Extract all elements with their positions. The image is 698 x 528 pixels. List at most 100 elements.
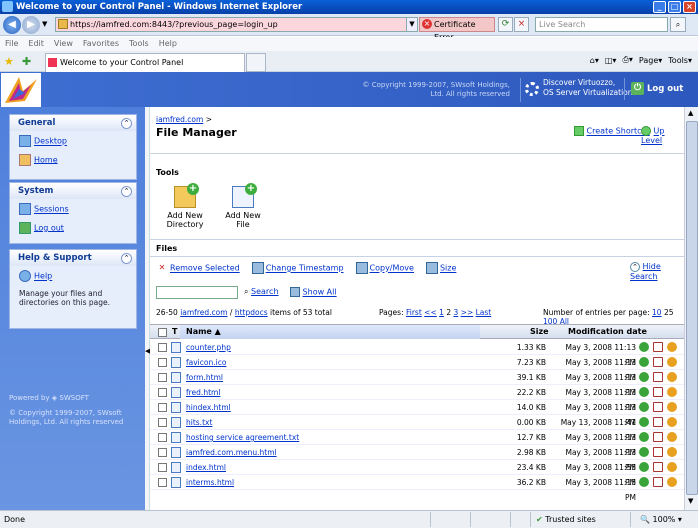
show-all-button[interactable]: Show All — [290, 287, 337, 297]
menu-help[interactable]: Help — [159, 37, 177, 51]
table-row[interactable]: favicon.ico 7.23 KB May 3, 2008 11:13 PM — [150, 355, 684, 382]
print-icon[interactable]: ⎙▾ — [622, 55, 632, 65]
back-button[interactable]: ◀ — [3, 16, 21, 34]
col-type[interactable]: T — [172, 325, 177, 339]
table-row[interactable]: iamfred.com.menu.html 2.98 KB May 3, 2008 … — [150, 445, 684, 472]
remove-selected-button[interactable]: ✕ Remove Selected — [156, 262, 240, 274]
logout-button[interactable]: ⏻ Log out — [624, 78, 692, 100]
sidebar-item-desktop[interactable]: Desktop — [10, 131, 136, 150]
copy-move-button[interactable]: Copy/Move — [355, 262, 414, 274]
col-date[interactable]: Modification date — [568, 325, 647, 339]
new-tab-button[interactable] — [246, 53, 266, 72]
view-icon[interactable] — [653, 357, 663, 367]
file-name-link[interactable]: form.html — [186, 370, 223, 385]
search-input[interactable]: Live Search — [535, 17, 668, 32]
row-checkbox[interactable] — [158, 403, 167, 412]
row-checkbox[interactable] — [158, 358, 167, 367]
col-size[interactable]: Size — [530, 325, 549, 339]
collapse-icon[interactable]: ⌃ — [121, 118, 132, 129]
row-checkbox[interactable] — [158, 433, 167, 442]
view-icon[interactable] — [653, 387, 663, 397]
collapse-icon[interactable]: ⌃ — [121, 186, 132, 197]
permissions-icon[interactable] — [667, 357, 677, 367]
permissions-icon[interactable] — [667, 342, 677, 352]
file-name-link[interactable]: hosting service agreement.txt — [186, 430, 299, 445]
edit-icon[interactable] — [639, 447, 649, 457]
edit-icon[interactable] — [639, 477, 649, 487]
minimize-button[interactable]: _ — [653, 1, 666, 13]
edit-icon[interactable] — [639, 357, 649, 367]
size-button[interactable]: Size — [425, 262, 456, 274]
sidebar-item-logout[interactable]: Log out — [10, 218, 136, 237]
stop-button[interactable]: × — [514, 17, 529, 32]
virtuozzo-link[interactable]: Discover Virtuozzo, OS Server Virtualiza… — [520, 78, 633, 102]
menu-edit[interactable]: Edit — [28, 37, 44, 51]
view-icon[interactable] — [653, 417, 663, 427]
edit-icon[interactable] — [639, 462, 649, 472]
table-row[interactable]: hosting service agreement.txt 12.7 KB May … — [150, 430, 684, 457]
col-name[interactable]: Name ▲ — [180, 325, 480, 339]
table-row[interactable]: interms.html 36.2 KB May 3, 2008 11:15 PM — [150, 475, 684, 502]
sidebar-item-home[interactable]: Home — [10, 150, 136, 169]
close-button[interactable]: × — [683, 1, 696, 13]
permissions-icon[interactable] — [667, 462, 677, 472]
row-checkbox[interactable] — [158, 373, 167, 382]
collapse-icon[interactable]: ⌃ — [121, 253, 132, 264]
table-row[interactable]: fred.html 22.2 KB May 3, 2008 11:13 PM — [150, 385, 684, 412]
hide-search-button[interactable]: ⌃ Hide Search — [630, 262, 684, 281]
search-button[interactable]: ⌕ Search — [244, 287, 279, 297]
file-name-link[interactable]: interms.html — [186, 475, 234, 490]
file-name-link[interactable]: fred.html — [186, 385, 220, 400]
permissions-icon[interactable] — [667, 432, 677, 442]
url-dropdown-icon[interactable]: ▼ — [406, 18, 417, 31]
sidebar-item-help[interactable]: Help — [10, 266, 136, 285]
add-directory-button[interactable]: + Add New Directory — [160, 183, 210, 229]
row-checkbox[interactable] — [158, 388, 167, 397]
add-favorite-icon[interactable]: ✚ — [22, 55, 31, 68]
row-checkbox[interactable] — [158, 343, 167, 352]
page-menu[interactable]: Page▾ — [639, 56, 662, 65]
select-all-checkbox[interactable] — [158, 328, 167, 337]
tab-control-panel[interactable]: Welcome to your Control Panel — [45, 53, 245, 72]
permissions-icon[interactable] — [667, 387, 677, 397]
menu-view[interactable]: View — [54, 37, 73, 51]
refresh-button[interactable]: ⟳ — [498, 17, 513, 32]
maximize-button[interactable]: □ — [668, 1, 681, 13]
certificate-error-button[interactable]: × Certificate Error — [419, 17, 495, 42]
edit-icon[interactable] — [639, 387, 649, 397]
url-field[interactable]: https://iamfred.com:8443/?previous_page=… — [55, 17, 418, 32]
view-icon[interactable] — [653, 402, 663, 412]
menu-tools[interactable]: Tools — [129, 37, 149, 51]
row-checkbox[interactable] — [158, 418, 167, 427]
permissions-icon[interactable] — [667, 477, 677, 487]
table-row[interactable]: hindex.html 14.0 KB May 3, 2008 11:13 PM — [150, 400, 684, 427]
table-row[interactable]: index.html 23.4 KB May 3, 2008 11:55 PM — [150, 460, 684, 487]
menu-favorites[interactable]: Favorites — [83, 37, 119, 51]
edit-icon[interactable] — [639, 342, 649, 352]
view-icon[interactable] — [653, 447, 663, 457]
forward-button[interactable]: ▶ — [22, 16, 40, 34]
file-name-link[interactable]: hits.txt — [186, 415, 212, 430]
view-icon[interactable] — [653, 432, 663, 442]
edit-icon[interactable] — [639, 432, 649, 442]
permissions-icon[interactable] — [667, 447, 677, 457]
view-icon[interactable] — [653, 462, 663, 472]
file-name-link[interactable]: favicon.ico — [186, 355, 226, 370]
home-icon[interactable]: ⌂▾ — [590, 56, 599, 65]
table-row[interactable]: hits.txt 0.00 KB May 13, 2008 11:41 PM — [150, 415, 684, 442]
table-row[interactable]: form.html 39.1 KB May 3, 2008 11:13 PM — [150, 370, 684, 397]
row-checkbox[interactable] — [158, 463, 167, 472]
security-zone[interactable]: ✔ Trusted sites — [536, 511, 596, 528]
menu-file[interactable]: File — [5, 37, 18, 51]
vertical-scrollbar[interactable]: ▲ ▼ — [684, 107, 698, 510]
view-icon[interactable] — [653, 342, 663, 352]
file-name-link[interactable]: index.html — [186, 460, 226, 475]
create-shortcut-button[interactable]: Create Shortcut — [574, 126, 650, 136]
search-icon[interactable]: ⌕ — [670, 17, 686, 32]
feeds-icon[interactable]: ◫▾ — [605, 56, 617, 65]
table-row[interactable]: counter.php 1.33 KB May 3, 2008 11:13 PM — [150, 340, 684, 367]
view-icon[interactable] — [653, 477, 663, 487]
row-checkbox[interactable] — [158, 478, 167, 487]
permissions-icon[interactable] — [667, 372, 677, 382]
row-checkbox[interactable] — [158, 448, 167, 457]
